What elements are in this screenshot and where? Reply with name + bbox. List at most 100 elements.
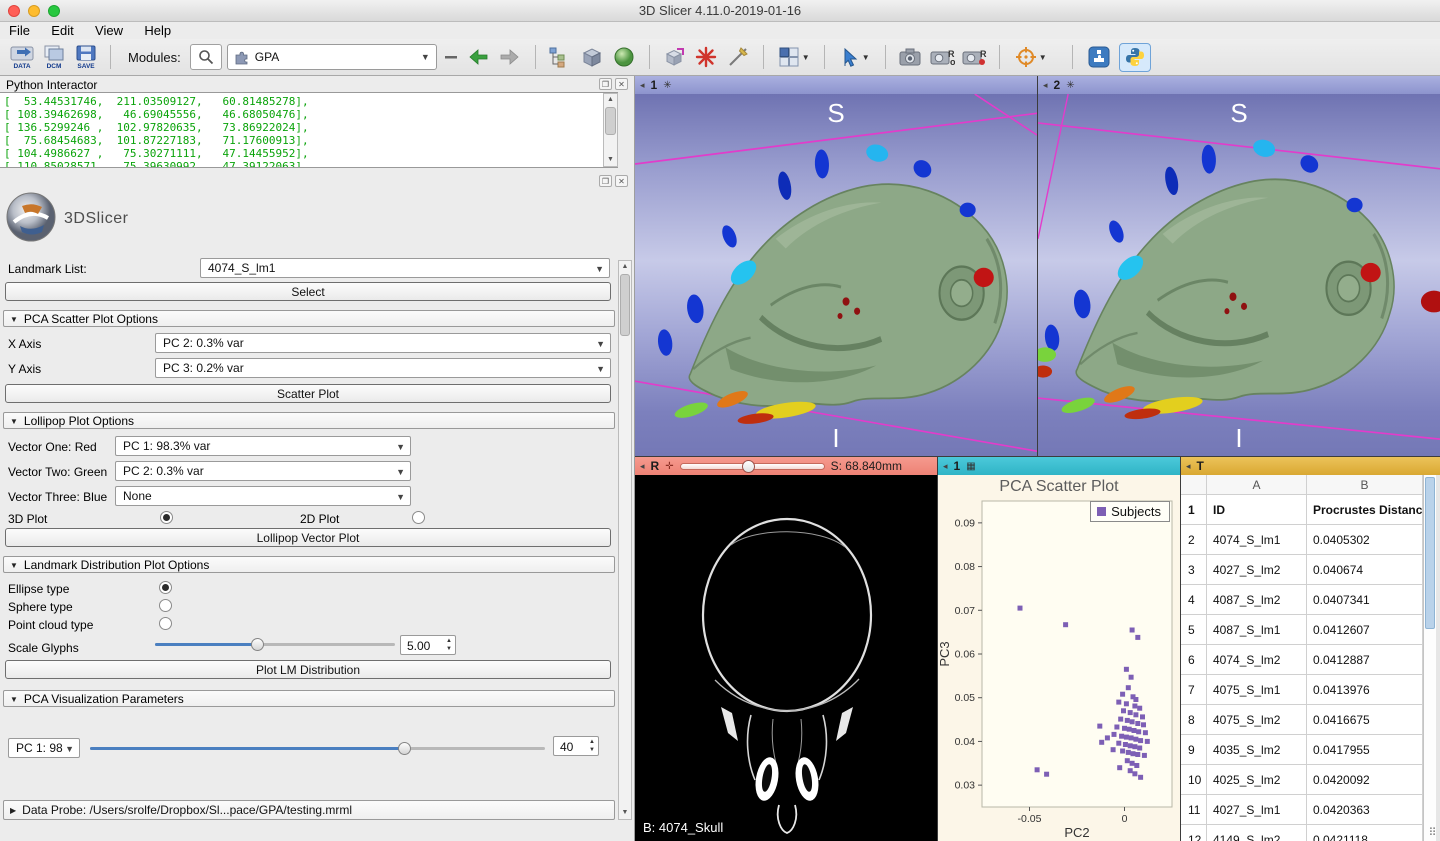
plot-3d-radio[interactable] <box>160 511 173 524</box>
y-axis-combo[interactable]: PC 3: 0.2% var ▼ <box>155 358 611 378</box>
table-row[interactable]: 84075_S_lm20.0416675 <box>1181 705 1423 735</box>
scale-glyphs-spinbox[interactable]: 5.00 ▲▼ <box>400 635 456 655</box>
module-back-button[interactable] <box>465 44 492 71</box>
table-row[interactable]: 24074_S_lm10.0405302 <box>1181 525 1423 555</box>
view2-body[interactable]: S I <box>1038 94 1440 456</box>
scale-glyphs-slider[interactable] <box>155 638 395 651</box>
close-panel-icon[interactable]: ✕ <box>615 78 628 90</box>
sphere-type-radio[interactable] <box>159 599 172 612</box>
module-search-button[interactable] <box>190 44 222 70</box>
window-resize-grip[interactable]: ⠿ <box>1426 827 1439 840</box>
column-letter[interactable]: B <box>1307 475 1423 494</box>
table-row[interactable]: 34027_S_lm20.040674 <box>1181 555 1423 585</box>
save-scene-button[interactable]: SAVE <box>72 44 99 71</box>
scrollbar-thumb[interactable] <box>620 274 630 336</box>
section-pca-scatter-options[interactable]: ▼PCA Scatter Plot Options <box>3 310 615 327</box>
menu-file[interactable]: File <box>0 22 39 39</box>
section-lollipop-options[interactable]: ▼Lollipop Plot Options <box>3 412 615 429</box>
section-landmark-distribution-options[interactable]: ▼Landmark Distribution Plot Options <box>3 556 615 573</box>
table-row[interactable]: 94035_S_lm20.0417955 <box>1181 735 1423 765</box>
table-view[interactable]: ◂ T A B 1 ID Procrustes Distance 24074_S… <box>1181 457 1440 841</box>
view-controls-icon[interactable]: ✳ <box>663 80 671 91</box>
layout-selector-button[interactable]: ▼ <box>775 44 813 71</box>
table-row[interactable]: 124149_S_lm20.0421118 <box>1181 825 1423 841</box>
scatter-plot-canvas[interactable]: 0.030.040.050.060.070.080.09-0.050PC2PC3 <box>938 475 1180 841</box>
module-selector-combo[interactable]: GPA ▼ <box>227 44 437 70</box>
data-probe-section[interactable]: ▶Data Probe: /Users/srolfe/Dropbox/Sl...… <box>3 800 615 820</box>
lollipop-vector-plot-button[interactable]: Lollipop Vector Plot <box>5 528 611 547</box>
vector-two-combo[interactable]: PC 2: 0.3% var ▼ <box>115 461 411 481</box>
scrollbar-thumb[interactable] <box>605 107 616 135</box>
landmark-list-combo[interactable]: 4074_S_lm1 ▼ <box>200 258 610 278</box>
slice-links-icon[interactable]: ✛ <box>665 461 673 472</box>
view-controls-icon[interactable]: ✳ <box>1066 80 1074 91</box>
undock-panel-icon[interactable]: ❐ <box>599 78 612 90</box>
table-scrollbar[interactable] <box>1423 475 1436 841</box>
pca-spinbox[interactable]: 40 ▲▼ <box>553 736 599 756</box>
volumes-button[interactable] <box>579 44 606 71</box>
annotations-button[interactable] <box>725 44 752 71</box>
scrollbar-thumb[interactable] <box>1425 477 1435 629</box>
scroll-down-icon[interactable]: ▼ <box>619 807 631 819</box>
scene-view-button[interactable]: o R <box>929 44 956 71</box>
vector-three-combo[interactable]: None ▼ <box>115 486 411 506</box>
vector-one-combo[interactable]: PC 1: 98.3% var ▼ <box>115 436 411 456</box>
x-axis-combo[interactable]: PC 2: 0.3% var ▼ <box>155 333 611 353</box>
menu-help[interactable]: Help <box>135 22 180 39</box>
threed-view-1[interactable]: ◂ 1 ✳ <box>635 76 1037 456</box>
plot-2d-radio[interactable] <box>412 511 425 524</box>
module-forward-button[interactable] <box>497 44 524 71</box>
table-header-row[interactable]: 1 ID Procrustes Distance <box>1181 495 1423 525</box>
module-history-button[interactable] <box>442 44 460 71</box>
pin-icon[interactable]: ◂ <box>1043 80 1048 91</box>
menu-edit[interactable]: Edit <box>42 22 82 39</box>
ellipse-type-radio[interactable] <box>159 581 172 594</box>
table-row[interactable]: 104025_S_lm20.0420092 <box>1181 765 1423 795</box>
table-row[interactable]: 114027_S_lm10.0420363 <box>1181 795 1423 825</box>
red-view-body[interactable]: B: 4074_Skull <box>635 475 937 841</box>
table-row[interactable]: 54087_S_lm10.0412607 <box>1181 615 1423 645</box>
screenshot-button[interactable] <box>897 44 924 71</box>
models-button[interactable] <box>611 44 638 71</box>
view1-body[interactable]: S I <box>635 94 1037 456</box>
scroll-up-icon[interactable]: ▲ <box>604 94 617 106</box>
close-panel-icon[interactable]: ✕ <box>615 175 628 187</box>
scroll-down-icon[interactable]: ▼ <box>604 154 617 166</box>
plot-lm-distribution-button[interactable]: Plot LM Distribution <box>5 660 611 679</box>
load-dicom-button[interactable]: DCM <box>40 44 67 71</box>
table-row[interactable]: 44087_S_lm20.0407341 <box>1181 585 1423 615</box>
scatter-plot-button[interactable]: Scatter Plot <box>5 384 611 403</box>
scene-restore-button[interactable]: R <box>961 44 988 71</box>
section-pca-visualization-parameters[interactable]: ▼PCA Visualization Parameters <box>3 690 615 707</box>
results-table[interactable]: A B 1 ID Procrustes Distance 24074_S_lm1… <box>1181 475 1423 841</box>
threed-view-2[interactable]: ◂ 2 ✳ S I <box>1038 76 1440 456</box>
column-letter[interactable]: A <box>1207 475 1307 494</box>
point-cloud-type-radio[interactable] <box>159 617 172 630</box>
python-console[interactable]: [ 53.44531746, 211.03509127, 60.81485278… <box>0 92 618 168</box>
undock-panel-icon[interactable]: ❐ <box>599 175 612 187</box>
plot-options-icon[interactable]: ▦ <box>966 461 975 472</box>
pin-icon[interactable]: ◂ <box>1186 461 1191 472</box>
mouse-interaction-button[interactable]: ▼ <box>836 44 874 71</box>
table-row[interactable]: 74075_S_lm10.0413976 <box>1181 675 1423 705</box>
red-slice-view[interactable]: ◂ R ✛ S: 68.840mm <box>635 457 937 841</box>
slider-handle[interactable] <box>398 742 411 755</box>
table-row[interactable]: 64074_S_lm20.0412887 <box>1181 645 1423 675</box>
crosshair-button[interactable]: ▼ <box>1011 44 1051 71</box>
pin-icon[interactable]: ◂ <box>640 461 645 472</box>
scroll-up-icon[interactable]: ▲ <box>619 261 631 273</box>
extensions-manager-button[interactable] <box>1084 44 1114 71</box>
panel-scrollbar[interactable]: ▲ ▼ <box>618 260 632 820</box>
pin-icon[interactable]: ◂ <box>943 461 948 472</box>
spinbox-arrows-icon[interactable]: ▲▼ <box>589 738 595 754</box>
python-console-button[interactable] <box>1119 43 1151 72</box>
pca-slider[interactable] <box>90 742 545 755</box>
slider-handle[interactable] <box>251 638 264 651</box>
pin-icon[interactable]: ◂ <box>640 80 645 91</box>
menu-view[interactable]: View <box>86 22 132 39</box>
spinbox-arrows-icon[interactable]: ▲▼ <box>446 637 452 653</box>
markups-button[interactable] <box>693 44 720 71</box>
subject-hierarchy-button[interactable] <box>547 44 574 71</box>
pc-select-combo[interactable]: PC 1: 98 ▼ <box>8 738 80 758</box>
plot-view[interactable]: ◂ 1 ▦ PCA Scatter Plot Subjects 0.030.04… <box>938 457 1180 841</box>
